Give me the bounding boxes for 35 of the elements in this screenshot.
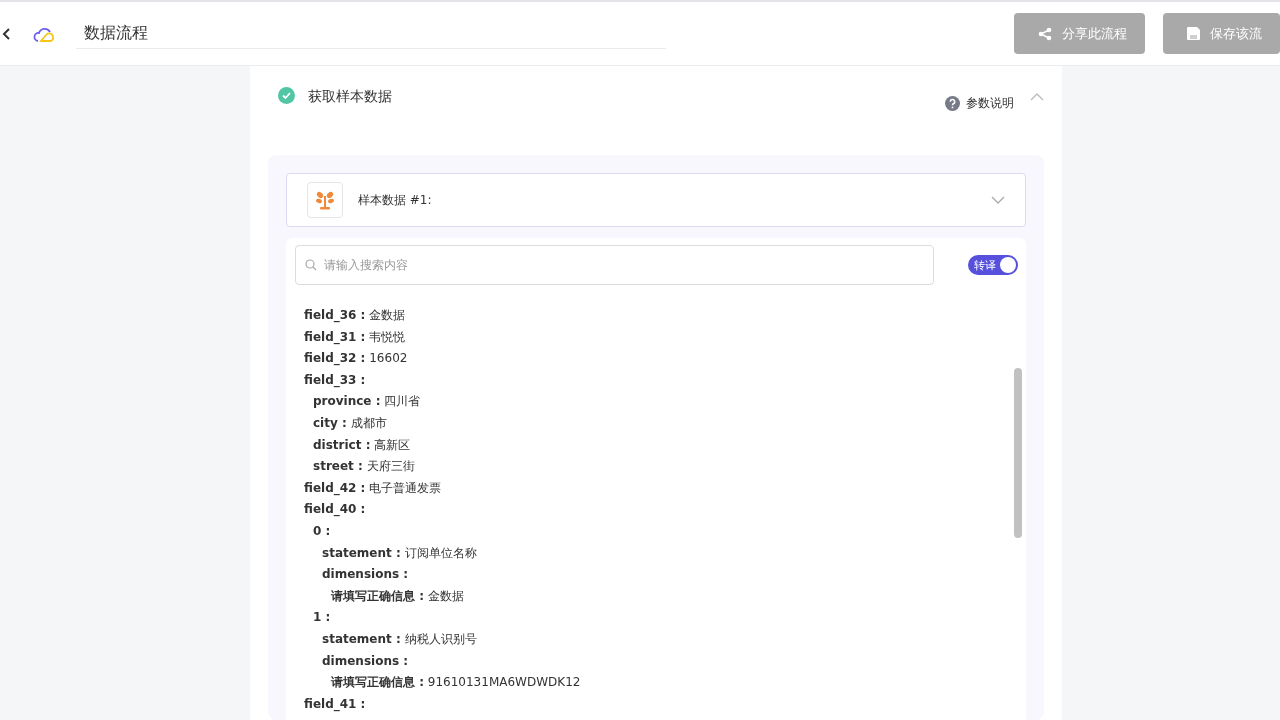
step-title: 获取样本数据 [308, 87, 392, 105]
tree-entry: 请填写正确信息 : 金数据 [330, 587, 465, 605]
tree-entry: statement : 订阅单位名称 [321, 544, 478, 562]
tree-entry: field_32 : 16602 [304, 350, 409, 368]
tree-entry: 请填写正确信息 : 91610131MA6WDWDK12 [330, 674, 582, 692]
chevron-up-icon[interactable] [1030, 91, 1044, 102]
tree-entry: dimensions : [321, 652, 410, 670]
search-field[interactable]: 请输入搜索内容 [295, 245, 934, 285]
tree-entry: field_31 : 韦悦悦 [304, 328, 407, 347]
tree-entry: province : 四川省 [312, 393, 422, 411]
tree-entry: 1 : [312, 609, 332, 627]
tree-entry: field_40 : [304, 501, 367, 519]
floppy-icon [1187, 27, 1200, 40]
sprout-icon [314, 189, 336, 211]
back-icon[interactable] [2, 26, 12, 41]
tree-entry: field_36 : 金数据 [304, 307, 407, 325]
tree-entry: district : 高新区 [312, 436, 412, 454]
flow-title-field[interactable]: 数据流程 [76, 18, 666, 49]
tree-entry: street : 天府三街 [312, 458, 416, 476]
sample-header[interactable]: 样本数据 #1: [286, 173, 1026, 227]
tree-entry: field_42 : 电子普通发票 [304, 479, 443, 498]
help-icon[interactable] [945, 96, 960, 111]
tree-entry: field_33 : [304, 371, 367, 390]
chevron-down-icon[interactable] [991, 195, 1005, 205]
tree-entry: dimensions : [321, 566, 410, 584]
tree-entry: field_41 : [304, 695, 367, 714]
share-icon [1038, 26, 1052, 41]
help-link[interactable]: 参数说明 [966, 95, 1014, 112]
scrollbar-thumb[interactable] [1014, 368, 1022, 538]
translate-switch[interactable]: 转译 [968, 255, 1018, 275]
search-icon [305, 259, 317, 271]
sample-title: 样本数据 #1: [358, 191, 432, 209]
tree-entry: city : 成都市 [312, 414, 388, 432]
tree-entry: statement : 纳税人识别号 [321, 630, 478, 648]
tree-entry: 0 : [312, 522, 332, 540]
